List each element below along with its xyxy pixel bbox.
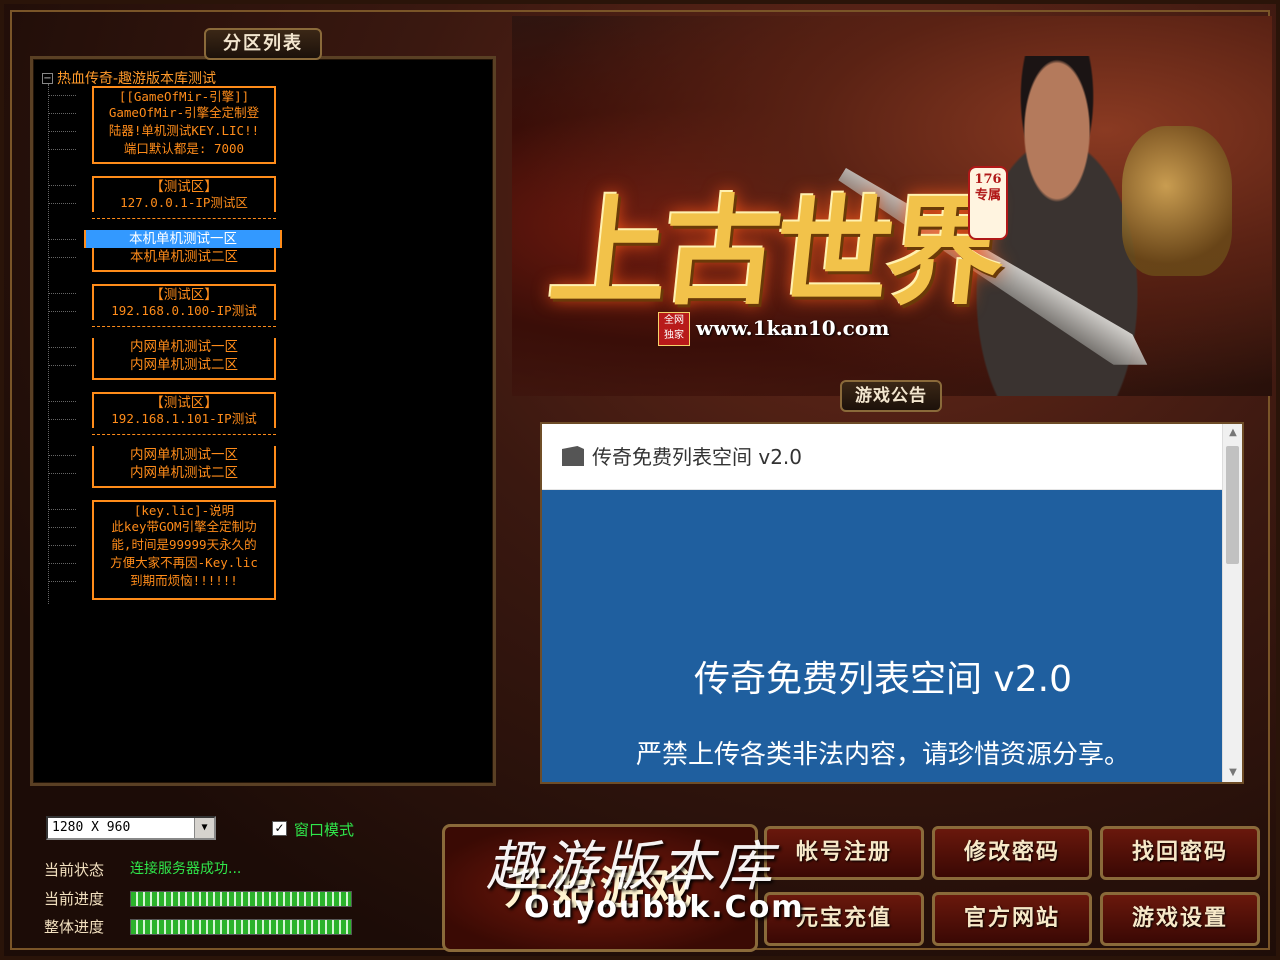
collapse-icon[interactable]: − (42, 72, 53, 84)
scroll-thumb[interactable] (1226, 446, 1239, 564)
tree-tick (48, 419, 76, 420)
tree-tick (48, 401, 76, 402)
server-item-selected[interactable]: 本机单机测试一区 (84, 230, 282, 248)
tree-tick (48, 203, 76, 204)
tree-item[interactable]: GameOfMir-引擎全定制登 (92, 104, 276, 122)
tree-item[interactable]: [[GameOfMir-引擎]] (92, 86, 276, 106)
overall-progress-fill (131, 920, 351, 934)
tree-root-label: 热血传奇-趣游版本库测试 (57, 71, 217, 87)
overall-progress-bar (130, 919, 352, 935)
tree-item-ip[interactable]: 192.168.0.100-IP测试 (92, 302, 276, 320)
tree-tick (48, 293, 76, 294)
official-site-button[interactable]: 官方网站 (932, 892, 1092, 946)
current-progress-bar (130, 891, 352, 907)
tree-tick (48, 347, 76, 348)
server-item[interactable]: 内网单机测试一区 (92, 338, 276, 356)
server-item[interactable]: 内网单机测试一区 (92, 446, 276, 464)
recharge-button[interactable]: 元宝充值 (764, 892, 924, 946)
game-banner: 上古世界 176 专属 全网 独家 www.1kan10.com (512, 16, 1272, 396)
window-mode-label[interactable]: 窗口模式 (294, 819, 354, 840)
notice-header-text: 传奇免费列表空间 v2.0 (592, 445, 802, 469)
tree-tick (48, 95, 76, 96)
tree-tick (48, 509, 76, 510)
notice-header: 传奇免费列表空间 v2.0 (542, 424, 1224, 490)
tree-item-ip[interactable]: 127.0.0.1-IP测试区 (92, 194, 276, 212)
tree-group-header[interactable]: 【测试区】 (92, 176, 276, 196)
tree-item[interactable]: 方便大家不再因-Key.lic (92, 554, 276, 572)
site-url: www.1kan10.com (696, 316, 890, 340)
start-game-button[interactable]: 开始游戏 (442, 824, 758, 952)
tree-tick (48, 545, 76, 546)
tree-tick (48, 473, 76, 474)
scroll-up-icon[interactable]: ▲ (1223, 424, 1243, 442)
tree-tick (48, 257, 76, 258)
launcher-window: — ✕ 分区列表 − 热血传奇-趣游版本库测试 [[GameOfMir-引擎]]… (0, 0, 1280, 960)
armor-illustration (1122, 126, 1232, 276)
current-progress-label: 当前进度 (44, 890, 105, 908)
resolution-select[interactable]: 1280 X 960 ▼ (46, 816, 216, 840)
scroll-down-icon[interactable]: ▼ (1223, 764, 1243, 782)
game-logo-title: 上古世界 (543, 182, 1007, 321)
tree-item[interactable]: 到期而烦恼!!!!!! (92, 572, 276, 600)
tree-connector (48, 84, 49, 604)
badge-176: 176 专属 (968, 166, 1008, 240)
tree-group-header[interactable]: 【测试区】 (92, 392, 276, 412)
exclusive-badge: 全网 独家 (658, 312, 690, 346)
change-password-button[interactable]: 修改密码 (932, 826, 1092, 880)
tree-separator (92, 218, 276, 219)
notice-body: 传奇免费列表空间 v2.0 严禁上传各类非法内容，请珍惜资源分享。 (542, 490, 1224, 782)
window-mode-checkbox[interactable]: ✓ (272, 821, 287, 836)
tree-tick (48, 455, 76, 456)
notice-panel: 传奇免费列表空间 v2.0 传奇免费列表空间 v2.0 严禁上传各类非法内容，请… (540, 422, 1244, 784)
tree-item[interactable]: 陆器!单机测试KEY.LIC!! (92, 122, 276, 140)
tree-group-header[interactable]: 【测试区】 (92, 284, 276, 304)
tree-separator (92, 326, 276, 327)
tree-item[interactable]: 端口默认都是: 7000 (92, 140, 276, 164)
server-item[interactable]: 内网单机测试二区 (92, 356, 276, 380)
tree-tick (48, 527, 76, 528)
server-item[interactable]: 本机单机测试二区 (92, 248, 276, 272)
tree-tick (48, 365, 76, 366)
server-list-title: 分区列表 (204, 28, 322, 60)
current-progress-fill (131, 892, 351, 906)
notice-body-title: 传奇免费列表空间 v2.0 (693, 659, 1072, 700)
tree-root[interactable]: − 热血传奇-趣游版本库测试 (42, 68, 216, 88)
tree-tick (48, 149, 76, 150)
tree-separator (92, 434, 276, 435)
current-status-label: 当前状态 (44, 861, 105, 879)
recover-password-button[interactable]: 找回密码 (1100, 826, 1260, 880)
register-button[interactable]: 帐号注册 (764, 826, 924, 880)
current-status-value: 连接服务器成功... (130, 861, 242, 877)
resolution-value: 1280 X 960 (52, 820, 131, 835)
tree-tick (48, 581, 76, 582)
tree-tick (48, 131, 76, 132)
notice-body-text: 严禁上传各类非法内容，请珍惜资源分享。 (635, 740, 1130, 770)
tree-tick (48, 113, 76, 114)
chevron-down-icon[interactable]: ▼ (194, 818, 214, 838)
notice-scrollbar[interactable]: ▲ ▼ (1222, 424, 1242, 782)
tree-item-ip[interactable]: 192.168.1.101-IP测试 (92, 410, 276, 428)
tree-item[interactable]: [key.lic]-说明 (92, 500, 276, 520)
tree-item[interactable]: 能,时间是99999天永久的 (92, 536, 276, 554)
tree-tick (48, 311, 76, 312)
game-settings-button[interactable]: 游戏设置 (1100, 892, 1260, 946)
tree-tick (48, 563, 76, 564)
tree-tick (48, 185, 76, 186)
tree-tick (48, 239, 76, 240)
server-item[interactable]: 内网单机测试二区 (92, 464, 276, 488)
notice-tab: 游戏公告 (840, 380, 942, 412)
overall-progress-label: 整体进度 (44, 918, 105, 936)
document-icon (562, 446, 584, 466)
tree-item[interactable]: 此key带GOM引擎全定制功 (92, 518, 276, 536)
